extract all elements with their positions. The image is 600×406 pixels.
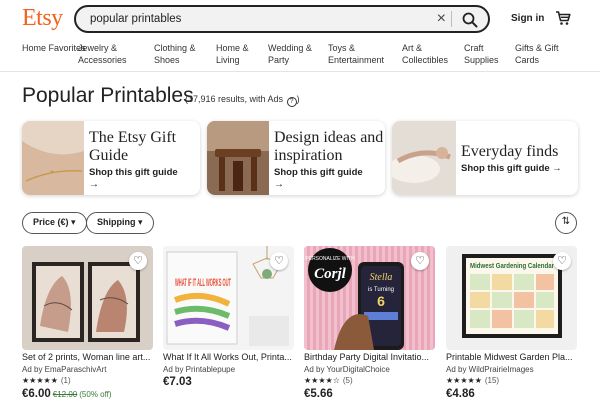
category-nav: Home Favorites Jewelry & Accessories Clo… (0, 42, 600, 72)
listing-price: €7.03 (163, 376, 192, 388)
heart-icon[interactable]: ♡ (411, 252, 429, 270)
listing-title[interactable]: Set of 2 prints, Woman line art... (22, 352, 153, 362)
promo-cta[interactable]: Shop this gift guide (89, 167, 178, 178)
results-count: (37,916 results, with Ads ?) (185, 94, 300, 107)
site-header: Etsy popular printables × Sign in (0, 0, 600, 40)
promo-cta[interactable]: Shop this gift guide (274, 167, 363, 178)
calendar-grid (470, 274, 554, 328)
listing-title[interactable]: What If It All Works Out, Printa... (163, 352, 294, 362)
badge-text: PERSONALIZE WITH (305, 256, 355, 262)
etsy-logo[interactable]: Etsy (22, 5, 63, 32)
listing-seller: Ad by EmaParaschivArt (22, 365, 107, 374)
listing-seller: Ad by Printablepupe (163, 365, 236, 374)
listing-rating: ★★★★☆ (5) (304, 376, 353, 385)
listing-rating: ★★★★★ (15) (446, 376, 500, 385)
chevron-down-icon: ▾ (138, 217, 143, 227)
promo-title: Everyday finds (461, 143, 559, 160)
invite-name: Stella (370, 272, 393, 283)
bracelet-image (22, 121, 84, 195)
search-divider (451, 11, 452, 27)
chevron-down-icon: ▾ (71, 217, 76, 227)
nav-item-wedding[interactable]: Wedding & Party (268, 42, 318, 66)
listing-seller: Ad by WildPrairieImages (446, 365, 534, 374)
corjl-logo: Corjl (314, 266, 347, 282)
search-bar[interactable]: popular printables × (74, 5, 490, 33)
heart-icon[interactable]: ♡ (270, 252, 288, 270)
arrow-right-icon: → (89, 179, 99, 190)
listing-price: €6.00 €12.00 (50% off) (22, 388, 112, 400)
sort-icon[interactable]: ⇅ (555, 212, 577, 234)
towel-image (392, 121, 456, 195)
table-image (207, 121, 269, 195)
nav-item-gifts[interactable]: Gifts & Gift Cards (515, 42, 573, 66)
nav-item-home-living[interactable]: Home & Living (216, 42, 260, 66)
price-filter[interactable]: Price (€) ▾ (22, 212, 87, 234)
sign-in-link[interactable]: Sign in (511, 13, 544, 24)
listing-rating: ★★★★★ (1) (22, 376, 71, 385)
cart-icon[interactable] (555, 10, 571, 26)
arrow-right-icon: → (274, 179, 284, 190)
nav-item-craft[interactable]: Craft Supplies (464, 42, 508, 66)
nav-item-clothing[interactable]: Clothing & Shoes (154, 42, 204, 66)
listing-price: €5.66 (304, 388, 333, 400)
promo-card-gift-guide[interactable]: The Etsy Gift Guide Shop this gift guide… (22, 121, 200, 195)
invite-age: 6 (377, 293, 385, 309)
listing-seller: Ad by YourDigitalChoice (304, 365, 390, 374)
search-icon[interactable] (462, 12, 478, 28)
question-icon[interactable]: ? (286, 97, 297, 107)
listing-title[interactable]: Printable Midwest Garden Pla... (446, 352, 577, 362)
page-title: Popular Printables (22, 84, 194, 107)
listing-price: €4.86 (446, 388, 475, 400)
calendar-title: Midwest Gardening Calendar (470, 263, 554, 270)
promo-cta[interactable]: Shop this gift guide → (461, 163, 562, 174)
promo-title: The Etsy Gift Guide (89, 129, 177, 164)
poster-text: WHAT IF IT ALL WORKS OUT (175, 277, 231, 289)
search-input[interactable]: popular printables (90, 13, 181, 25)
nav-item-jewelry[interactable]: Jewelry & Accessories (78, 42, 142, 66)
arrow-right-icon: → (552, 163, 562, 174)
shipping-filter[interactable]: Shipping ▾ (86, 212, 154, 234)
listing-title[interactable]: Birthday Party Digital Invitatio... (304, 352, 435, 362)
heart-icon[interactable]: ♡ (553, 252, 571, 270)
promo-title: Design ideas and inspiration (274, 129, 384, 164)
nav-item-toys[interactable]: Toys & Entertainment (328, 42, 390, 66)
promo-card-everyday-finds[interactable]: Everyday finds Shop this gift guide → (392, 121, 578, 195)
nav-item-art[interactable]: Art & Collectibles (402, 42, 454, 66)
promo-card-design-ideas[interactable]: Design ideas and inspiration Shop this g… (207, 121, 385, 195)
heart-icon[interactable]: ♡ (129, 252, 147, 270)
close-icon[interactable]: × (437, 10, 446, 28)
